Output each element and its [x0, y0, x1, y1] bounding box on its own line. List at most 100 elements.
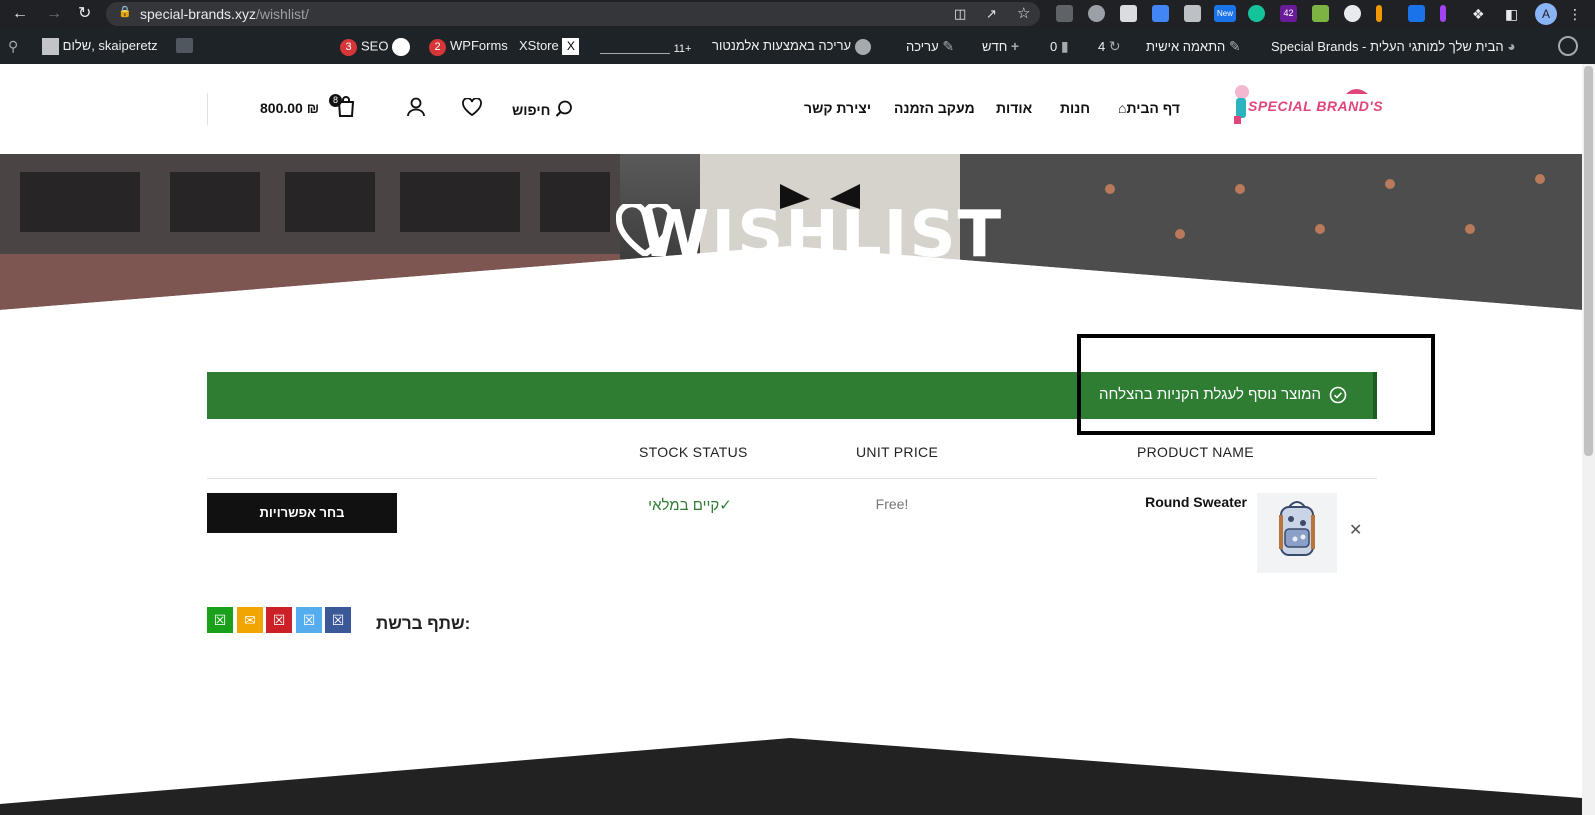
performance-count: 11+: [673, 43, 692, 55]
page-scrollbar[interactable]: [1582, 64, 1595, 815]
recycle-extension-icon[interactable]: [1056, 5, 1073, 22]
back-arrow-icon[interactable]: ←: [12, 4, 28, 24]
google-translate-extension-icon[interactable]: [1152, 5, 1169, 22]
share-pinterest-button[interactable]: ☒: [266, 607, 292, 633]
elementor-icon: [854, 38, 871, 55]
updates-menu[interactable]: 4 ↻: [1098, 38, 1121, 55]
xstore-icon: X: [562, 38, 580, 56]
vpn-extension-icon[interactable]: [1312, 5, 1329, 22]
pinterest-icon: ☒: [272, 612, 286, 628]
admin-user-menu[interactable]: שלום, skaiperetz: [38, 38, 158, 56]
bookmark-star-icon[interactable]: ☆: [1017, 4, 1030, 24]
wp-admin-bar: ⚲ שלום, skaiperetz 3 SEO 2 WPForms XStore …: [0, 28, 1595, 64]
menu-item-home[interactable]: ⌂דף הבית: [1118, 100, 1180, 116]
cart-count-badge: 8: [329, 94, 342, 107]
site-logo[interactable]: SPECIAL BRAND'S: [1226, 78, 1383, 136]
swirl-extension-icon[interactable]: [1344, 5, 1361, 22]
menu-item-shop[interactable]: חנות: [1060, 100, 1090, 116]
counter-extension-icon[interactable]: 42: [1280, 5, 1297, 22]
seo-label: SEO: [361, 38, 389, 54]
forward-arrow-icon[interactable]: →: [46, 4, 62, 24]
side-panel-icon[interactable]: ◧: [1505, 4, 1518, 24]
remove-item-close-icon[interactable]: ✕: [1349, 520, 1362, 540]
share-facebook-button[interactable]: ☒: [325, 607, 351, 633]
grammarly-icon[interactable]: [1248, 5, 1265, 22]
edit-menu[interactable]: עריכה ✎: [906, 38, 954, 55]
url-path: /wishlist/: [255, 6, 309, 22]
seo-menu[interactable]: 3 SEO: [340, 38, 411, 57]
select-options-button[interactable]: בחר אפשרויות: [207, 493, 397, 533]
twitter-icon: ☒: [302, 612, 316, 628]
hero-banner: WISHLIST: [0, 154, 1582, 312]
search-icon: [555, 100, 572, 117]
profile-avatar[interactable]: A: [1535, 3, 1557, 25]
column-header-product-name: PRODUCT NAME: [1137, 444, 1254, 460]
new-menu[interactable]: חדש +: [982, 38, 1019, 55]
site-name-menu[interactable]: Special Brands - הבית שלך למותגי העלית ◕: [1271, 38, 1516, 55]
site-name-label: Special Brands - הבית שלך למותגי העלית: [1271, 39, 1504, 54]
brush-icon: ✎: [1228, 38, 1241, 54]
updates-icon: ↻: [1108, 38, 1121, 54]
share-twitter-button[interactable]: ☒: [296, 607, 322, 633]
pen-extension-icon[interactable]: [1376, 5, 1382, 22]
seo-badge: 3: [340, 39, 357, 57]
wpforms-badge: 2: [429, 39, 446, 56]
share-whatsapp-button[interactable]: ☒: [207, 607, 233, 633]
menu-item-order-tracking[interactable]: מעקב הזמנה: [894, 100, 975, 116]
admin-search-icon[interactable]: ⚲: [8, 38, 18, 55]
wpforms-label: WPForms: [450, 38, 508, 53]
xstore-menu[interactable]: XStore X: [519, 38, 580, 56]
url-host: special-brands.xyz: [140, 6, 256, 22]
admin-notifications-icon[interactable]: [176, 38, 193, 57]
stock-status: קיים במלאי✓: [620, 496, 760, 514]
wishlist-heart-icon[interactable]: [462, 97, 482, 121]
whatsapp-icon: ☒: [213, 612, 227, 628]
translate-icon[interactable]: ◫: [954, 4, 966, 24]
share-email-button[interactable]: ✉: [237, 607, 263, 633]
account-user-icon[interactable]: [406, 97, 426, 122]
product-name-link[interactable]: Round Sweater: [1145, 494, 1247, 510]
search-toggle[interactable]: חיפוש: [512, 100, 573, 120]
share-label: שתף ברשת:: [376, 614, 471, 633]
browser-toolbar: ← → ↻ 🔒 special-brands.xyz/wishlist/ ◫ ↗…: [0, 0, 1595, 28]
globe-extension-icon[interactable]: [1088, 5, 1105, 22]
xstore-label: XStore: [519, 38, 559, 53]
new-extension-icon[interactable]: New: [1214, 5, 1236, 22]
product-thumbnail[interactable]: [1257, 493, 1337, 573]
plus-icon: +: [1010, 38, 1020, 54]
column-header-stock-status: STOCK STATUS: [639, 444, 748, 460]
comment-bubble-icon: ▮: [1060, 38, 1069, 54]
performance-graph-icon: [600, 44, 670, 54]
edit-label: עריכה: [906, 39, 939, 54]
comments-menu[interactable]: 0 ▮: [1050, 38, 1069, 55]
share-page-icon[interactable]: ↗: [986, 4, 997, 24]
wordpress-logo-icon[interactable]: [1558, 36, 1578, 60]
unit-price: Free!: [875, 496, 909, 512]
scrollbar-thumb[interactable]: [1584, 66, 1593, 456]
address-bar[interactable]: 🔒 special-brands.xyz/wishlist/: [106, 2, 1040, 26]
performance-graph[interactable]: 11+: [600, 40, 691, 57]
browser-menu-icon[interactable]: ⋮: [1568, 4, 1582, 24]
cast-extension-icon[interactable]: [1120, 5, 1137, 22]
cart-total[interactable]: 800.00 ₪: [260, 100, 319, 116]
checkmark-icon: ✓: [719, 497, 732, 514]
camera-extension-icon[interactable]: [1184, 5, 1201, 22]
menu-item-about[interactable]: אודות: [996, 100, 1032, 116]
menu-item-contact[interactable]: יצירת קשר: [804, 100, 871, 116]
extensions-puzzle-icon[interactable]: ❖: [1472, 4, 1485, 24]
elementor-edit-menu[interactable]: עריכה באמצעות אלמנטור: [712, 38, 871, 55]
customize-label: התאמה אישית: [1146, 39, 1226, 54]
video-extension-icon[interactable]: [1408, 5, 1425, 22]
reload-icon[interactable]: ↻: [78, 4, 91, 24]
customize-menu[interactable]: התאמה אישית ✎: [1146, 38, 1241, 55]
feather-extension-icon[interactable]: [1440, 5, 1446, 22]
logo-text: SPECIAL BRAND'S: [1248, 98, 1384, 114]
annotation-highlight-box: [1077, 334, 1435, 435]
elementor-label: עריכה באמצעות אלמנטור: [712, 38, 852, 53]
pencil-icon: ✎: [942, 38, 955, 54]
wpforms-menu[interactable]: 2 WPForms: [429, 38, 508, 56]
footer-divider-shape: [0, 738, 1582, 815]
user-greeting: שלום, skaiperetz: [62, 38, 158, 53]
search-label: חיפוש: [512, 102, 551, 118]
lock-icon: 🔒: [118, 6, 132, 18]
